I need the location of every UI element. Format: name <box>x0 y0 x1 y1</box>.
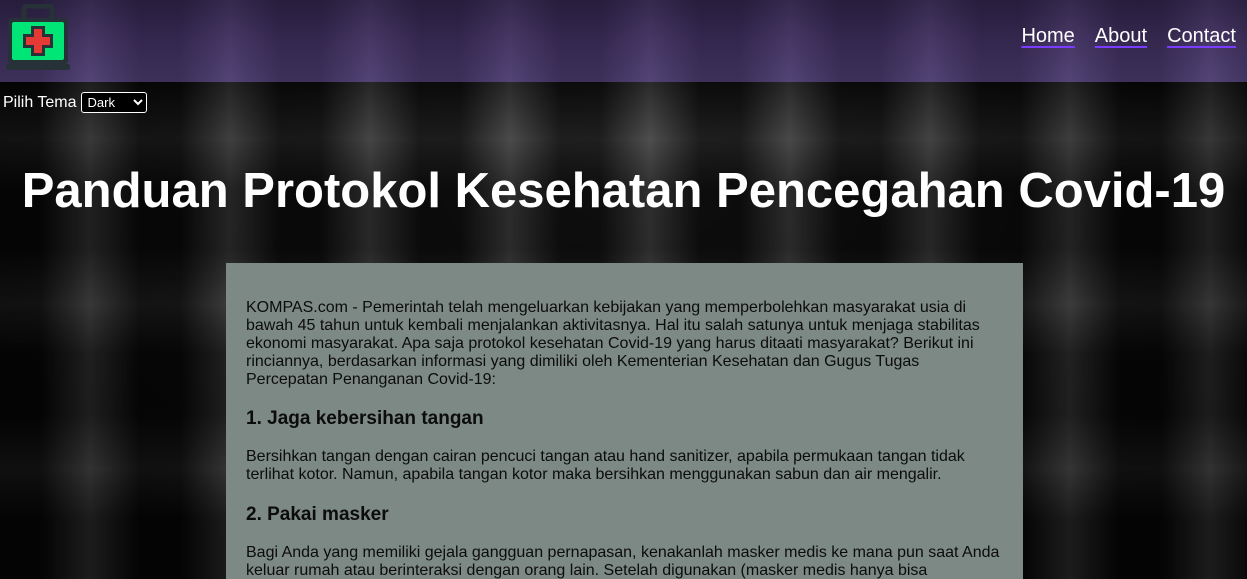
medical-bag-icon[interactable] <box>4 3 72 72</box>
nav-link-home[interactable]: Home <box>1021 25 1074 48</box>
section-heading: 2. Pakai masker <box>246 504 389 525</box>
section-body: Bagi Anda yang memiliki gejala gangguan … <box>246 544 1000 579</box>
nav-link-contact[interactable]: Contact <box>1167 25 1236 48</box>
theme-selector: Pilih Tema Dark <box>3 92 147 113</box>
article-card: KOMPAS.com - Pemerintah telah mengeluark… <box>226 263 1023 579</box>
nav-menu: Home About Contact <box>1021 25 1236 48</box>
page-title: Panduan Protokol Kesehatan Pencegahan Co… <box>21 164 1226 218</box>
navbar: Home About Contact <box>0 0 1247 82</box>
theme-select[interactable]: Dark <box>80 92 147 113</box>
section-body: Bersihkan tangan dengan cairan pencuci t… <box>246 448 965 483</box>
article-intro: KOMPAS.com - Pemerintah telah mengeluark… <box>246 299 980 388</box>
section-heading: 1. Jaga kebersihan tangan <box>246 408 484 429</box>
theme-label: Pilih Tema <box>3 93 77 111</box>
nav-link-about[interactable]: About <box>1095 25 1147 48</box>
